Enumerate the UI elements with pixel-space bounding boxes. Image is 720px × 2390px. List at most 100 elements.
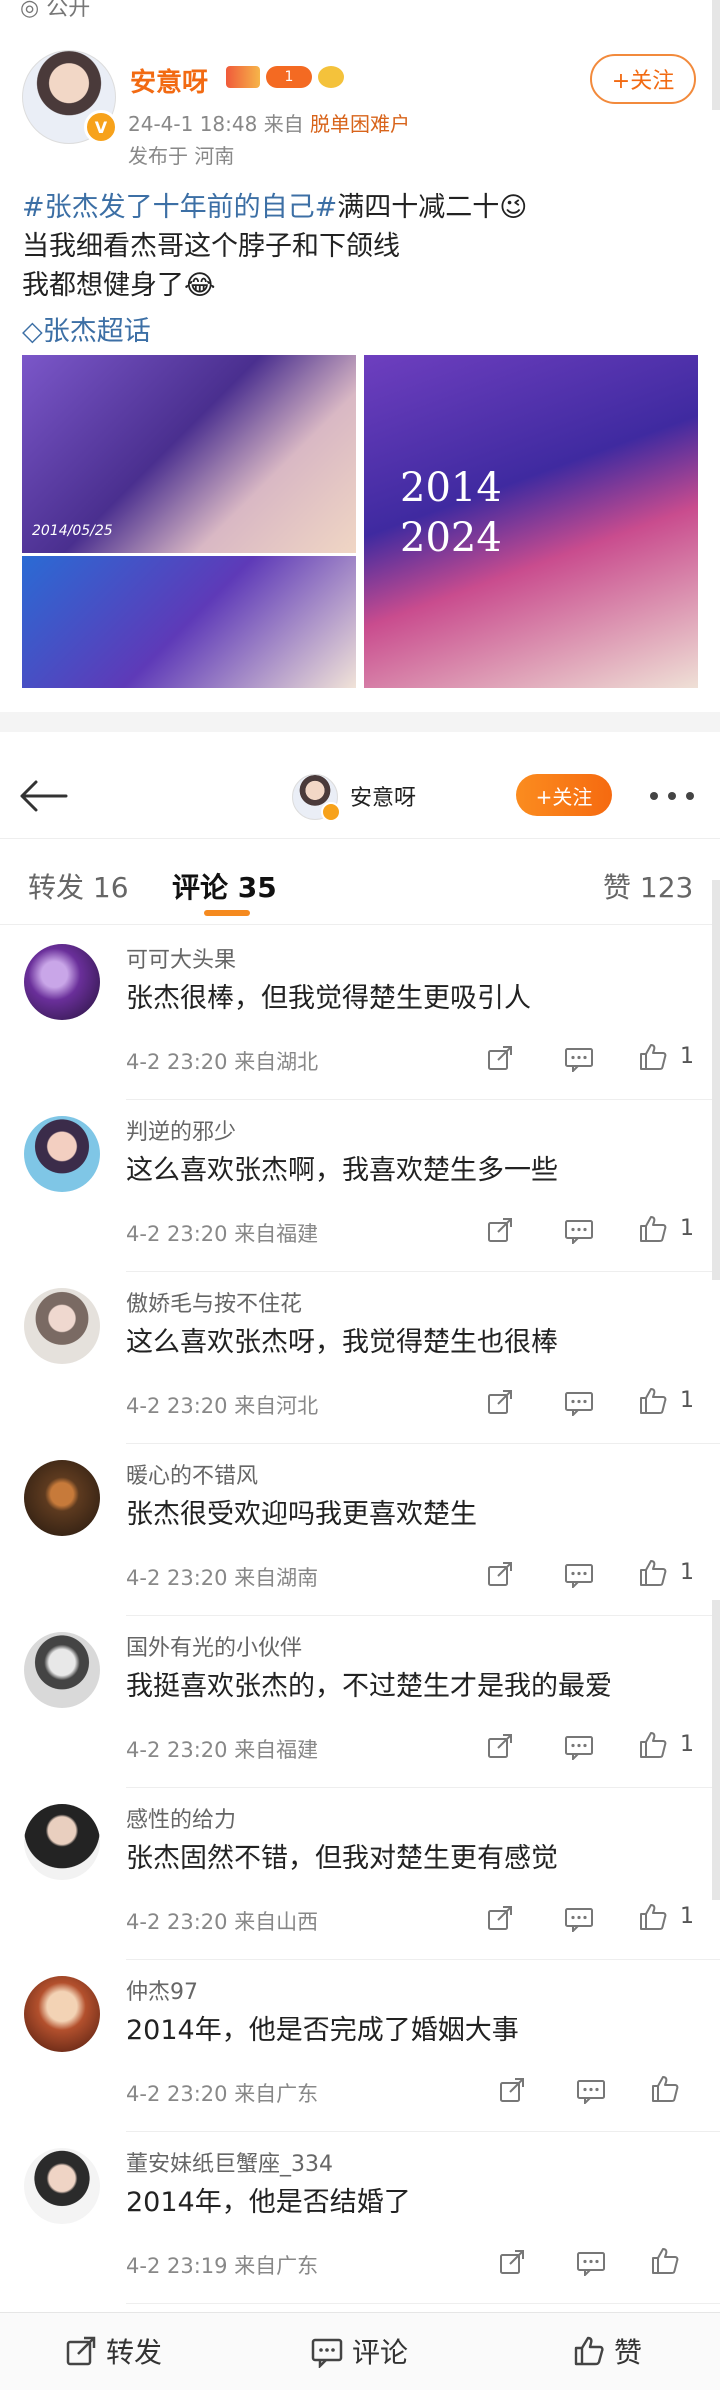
- comment-location: 来自广东: [234, 2082, 319, 2106]
- commenter-name[interactable]: 傲娇毛与按不住花: [126, 1286, 302, 1318]
- commenter-name[interactable]: 可可大头果: [126, 942, 236, 974]
- comment-reply-icon[interactable]: [564, 1562, 594, 1590]
- comment-item[interactable]: 傲娇毛与按不住花 这么喜欢张杰呀，我觉得楚生也很棒 4-2 23:20 来自河北 1: [0, 1270, 720, 1444]
- commenter-name[interactable]: 感性的给力: [126, 1802, 236, 1834]
- source-prefix: 来自: [263, 112, 304, 136]
- comment-reply-icon[interactable]: [576, 2078, 606, 2106]
- comment-share-icon[interactable]: [486, 1904, 514, 1932]
- comment-item[interactable]: 判逆的邪少 这么喜欢张杰啊，我喜欢楚生多一些 4-2 23:20 来自福建 1: [0, 1098, 720, 1272]
- comment-like-icon[interactable]: [638, 1902, 668, 1932]
- comment-item[interactable]: 暖心的不错风张杰很受欢迎吗我更喜欢楚生 4-2 23:20 来自湖南 1: [0, 1442, 720, 1616]
- nav-verified-icon: [321, 802, 341, 822]
- nav-author-name[interactable]: 安意呀: [350, 780, 416, 812]
- tab-likes[interactable]: 赞 123: [603, 866, 693, 906]
- bottom-comment-label: 评论: [352, 2336, 409, 2369]
- tab-comments[interactable]: 评论 35: [172, 866, 277, 906]
- comment-like-count: 1: [680, 1904, 694, 1929]
- post-image-1[interactable]: 2014/05/25: [22, 355, 356, 553]
- commenter-avatar[interactable]: [24, 1116, 100, 1192]
- more-options-icon[interactable]: [650, 792, 700, 802]
- comment-like-count: 1: [680, 1732, 694, 1757]
- repost-icon: [66, 2336, 96, 2366]
- commenter-name[interactable]: 国外有光的小伙伴: [126, 1630, 302, 1662]
- comment-item[interactable]: 董安妹纸巨蟹座_334 2014年，他是否结婚了 4-2 23:19 来自广东: [0, 2130, 720, 2304]
- diamond-icon: ◇: [22, 316, 43, 347]
- comment-time: 4-2 23:20: [126, 1394, 228, 1418]
- bottom-like-button[interactable]: 赞: [572, 2331, 642, 2371]
- hashtag-link[interactable]: #张杰发了十年前的自己#: [22, 192, 337, 223]
- post-source[interactable]: 脱单困难户: [310, 112, 410, 136]
- active-tab-indicator: [204, 910, 250, 916]
- image-date-stamp: 2014/05/25: [32, 523, 113, 539]
- comment-text: 张杰很受欢迎吗我更喜欢楚生: [126, 1499, 477, 1530]
- comment-time: 4-2 23:20: [126, 1738, 228, 1762]
- comment-like-count: 1: [680, 1044, 694, 1069]
- comment-share-icon[interactable]: [486, 1732, 514, 1760]
- commenter-avatar[interactable]: [24, 1976, 100, 2052]
- comment-reply-icon[interactable]: [564, 1390, 594, 1418]
- comment-item[interactable]: 国外有光的小伙伴 我挺喜欢张杰的，不过楚生才是我的最爱 4-2 23:20 来自福建…: [0, 1614, 720, 1788]
- commenter-avatar[interactable]: [24, 1632, 100, 1708]
- commenter-name[interactable]: 判逆的邪少: [126, 1114, 236, 1146]
- emoji-badge-icon: [318, 66, 344, 88]
- post-image-2[interactable]: [22, 556, 356, 688]
- commenter-name[interactable]: 仲杰97: [126, 1974, 198, 2006]
- screenshot-edge-shadow: [712, 880, 720, 1280]
- comment-location: 来自福建: [234, 1738, 319, 1762]
- commenter-avatar[interactable]: [24, 2148, 100, 2224]
- commenter-avatar[interactable]: [24, 944, 100, 1020]
- comment-reply-icon[interactable]: [576, 2250, 606, 2278]
- comment-meta: 4-2 23:20 来自山西: [126, 1906, 318, 1936]
- comment-like-icon[interactable]: [650, 2074, 680, 2104]
- comment-share-icon[interactable]: [486, 1560, 514, 1588]
- comment-like-icon[interactable]: [638, 1386, 668, 1416]
- comment-like-count: 1: [680, 1560, 694, 1585]
- super-topic-link[interactable]: ◇张杰超话: [22, 309, 151, 348]
- comment-reply-icon[interactable]: [564, 1218, 594, 1246]
- verified-badge-icon: V: [84, 110, 118, 144]
- comment-share-icon[interactable]: [486, 1216, 514, 1244]
- post-author-name[interactable]: 安意呀: [130, 62, 208, 99]
- commenter-avatar[interactable]: [24, 1804, 100, 1880]
- post-time-source: 24-4-1 18:48 来自 脱单困难户: [128, 108, 410, 137]
- section-divider: [0, 712, 720, 732]
- comment-item[interactable]: 可可大头果 张杰很棒，但我觉得楚生更吸引人 4-2 23:20 来自湖北 1: [0, 926, 720, 1100]
- comment-share-icon[interactable]: [486, 1388, 514, 1416]
- bottom-comment-button[interactable]: 评论: [310, 2331, 408, 2371]
- commenter-name[interactable]: 董安妹纸巨蟹座_334: [126, 2146, 333, 2178]
- comment-meta: 4-2 23:20 来自福建: [126, 1734, 318, 1764]
- comment-item[interactable]: 感性的给力张杰固然不错，但我对楚生更有感觉 4-2 23:20 来自山西 1: [0, 1786, 720, 1960]
- comment-like-icon[interactable]: [638, 1214, 668, 1244]
- nav-follow-button[interactable]: +关注: [516, 774, 612, 816]
- comment-like-icon[interactable]: [638, 1558, 668, 1588]
- bottom-repost-button[interactable]: 转发: [64, 2331, 162, 2371]
- comment-meta: 4-2 23:20 来自河北: [126, 1390, 318, 1420]
- super-topic-label: 张杰超话: [42, 316, 151, 347]
- comment-share-icon[interactable]: [486, 1044, 514, 1072]
- comment-divider: [126, 2303, 720, 2304]
- content-line-2: 当我细看杰哥这个脖子和下颌线: [22, 231, 400, 262]
- post-image-3[interactable]: 2014 2024: [364, 355, 698, 688]
- commenter-name[interactable]: 暖心的不错风: [126, 1458, 258, 1490]
- comment-text: 张杰固然不错，但我对楚生更有感觉: [126, 1843, 558, 1874]
- comment-location: 来自广东: [234, 2254, 319, 2278]
- comment-text: 这么喜欢张杰呀，我觉得楚生也很棒: [126, 1327, 558, 1358]
- comment-share-icon[interactable]: [498, 2248, 526, 2276]
- tab-repost[interactable]: 转发 16: [28, 866, 129, 906]
- top-clipped-bar: ◎ 公开: [0, 0, 720, 28]
- back-arrow-icon[interactable]: [16, 776, 70, 816]
- comment-like-icon[interactable]: [638, 1042, 668, 1072]
- comment-reply-icon[interactable]: [564, 1046, 594, 1074]
- comment-meta: 4-2 23:20 来自湖南: [126, 1562, 318, 1592]
- interaction-tabs: 转发 16 评论 35 赞 123: [0, 838, 720, 925]
- follow-button[interactable]: +关注: [590, 54, 696, 104]
- commenter-avatar[interactable]: [24, 1460, 100, 1536]
- comment-like-icon[interactable]: [638, 1730, 668, 1760]
- comment-reply-icon[interactable]: [564, 1906, 594, 1934]
- comment-share-icon[interactable]: [498, 2076, 526, 2104]
- comment-item[interactable]: 仲杰97 2014年，他是否完成了婚姻大事 4-2 23:20 来自广东: [0, 1958, 720, 2132]
- commenter-avatar[interactable]: [24, 1288, 100, 1364]
- user-badges: 1: [226, 64, 344, 90]
- comment-like-icon[interactable]: [650, 2246, 680, 2276]
- comment-reply-icon[interactable]: [564, 1734, 594, 1762]
